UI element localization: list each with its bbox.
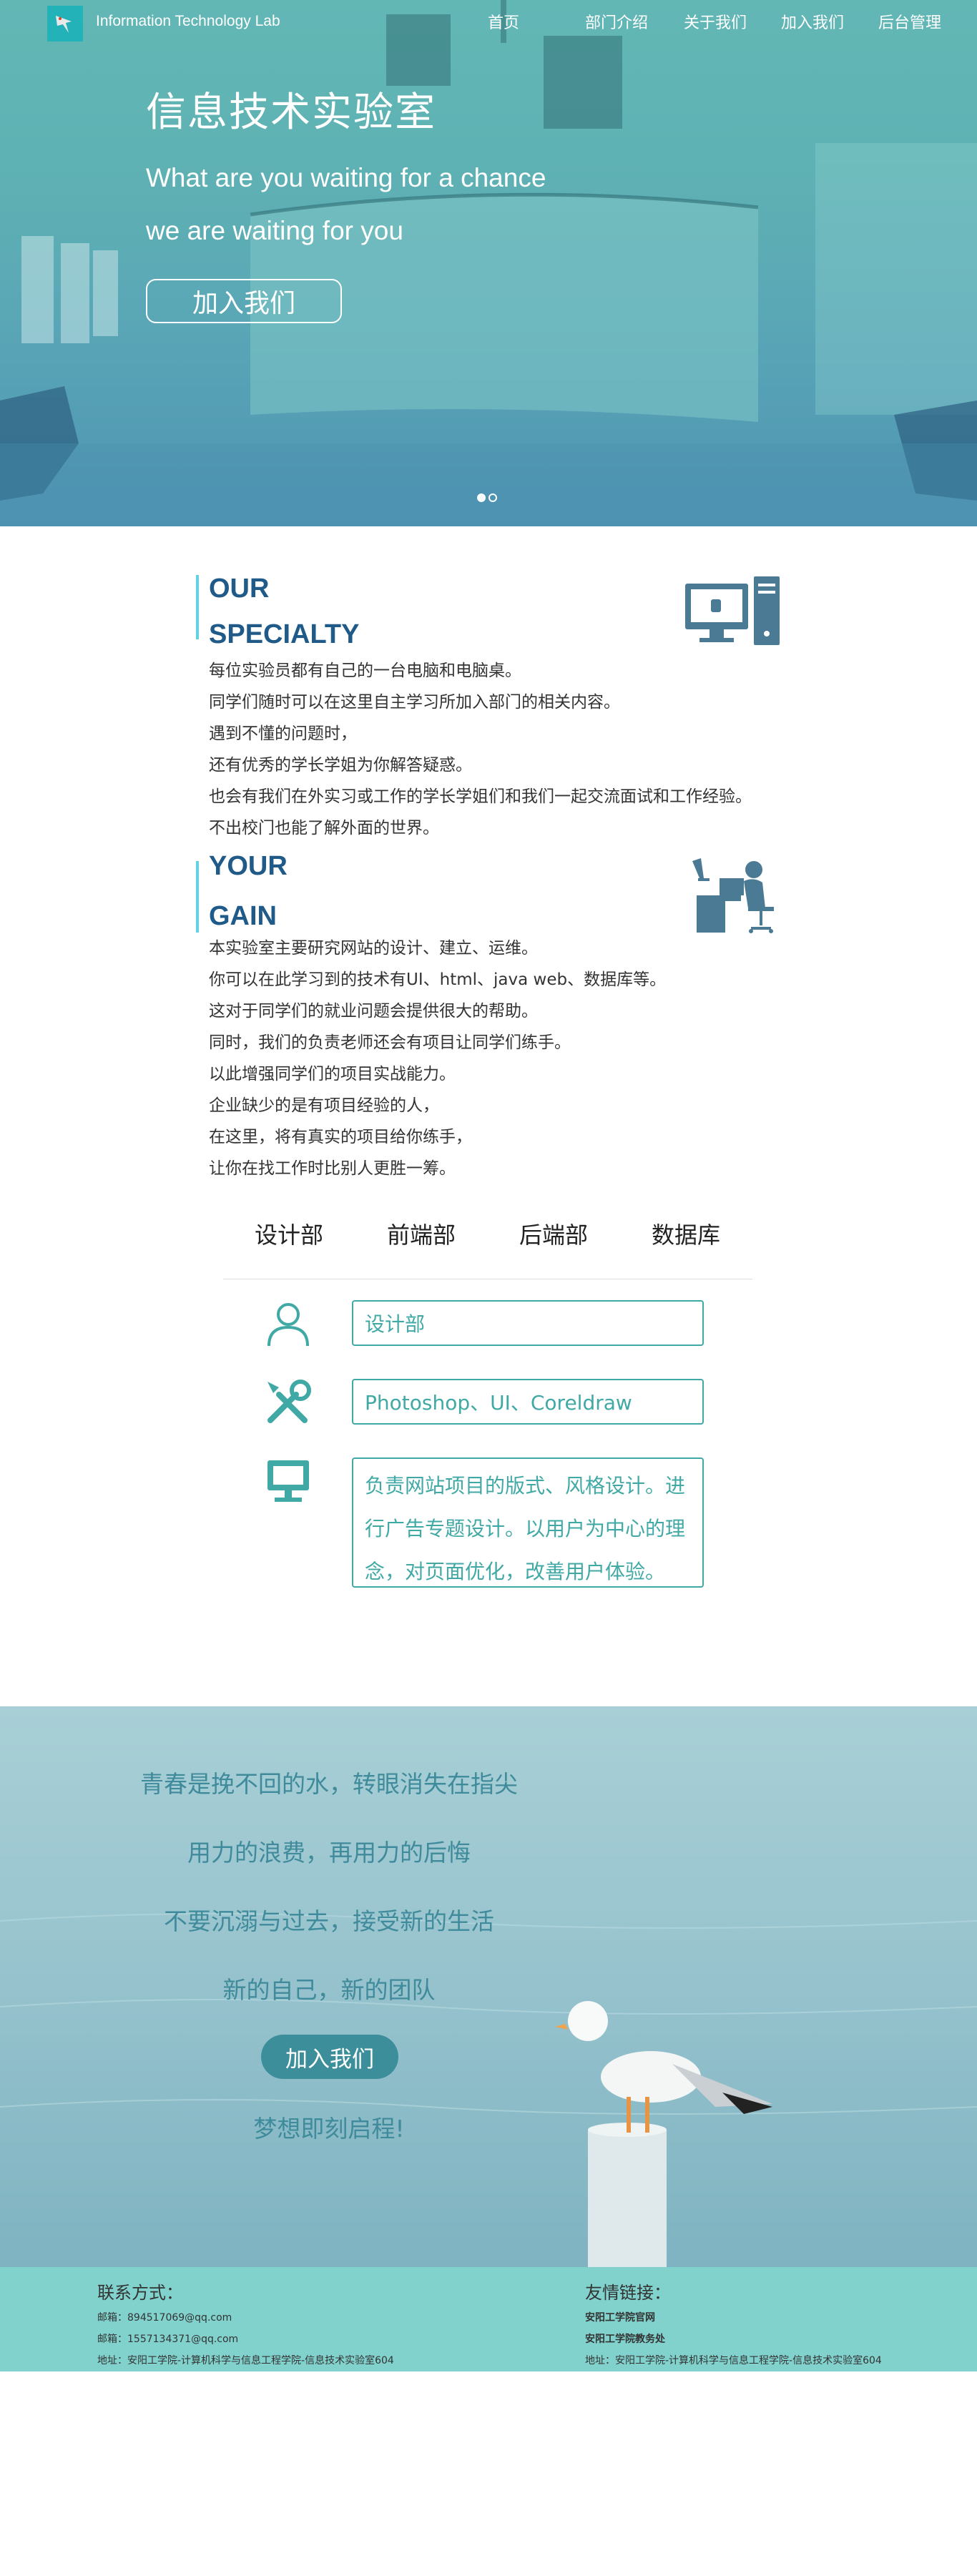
specialty-line: 也会有我们在外实习或工作的学长学姐们和我们一起交流面试和工作经验。 bbox=[209, 787, 752, 806]
footer-contact-address: 地址：安阳工学院-计算机科学与信息工程学院-信息技术实验室604 bbox=[97, 2355, 394, 2366]
computer-illustration-icon bbox=[685, 576, 780, 645]
working-person-illustration-icon bbox=[692, 858, 774, 933]
specialty-line: 同学们随时可以在这里自主学习所加入部门的相关内容。 bbox=[209, 693, 620, 712]
specialty-line: 每位实验员都有自己的一台电脑和电脑桌。 bbox=[209, 662, 521, 680]
hero-title: 信息技术实验室 bbox=[146, 89, 436, 136]
tab-backend[interactable]: 后端部 bbox=[519, 1217, 588, 1250]
gain-line: 在这里，将有真实的项目给你练手， bbox=[209, 1128, 472, 1146]
hero-subtitle-1: What are you waiting for a chance bbox=[146, 163, 546, 192]
tab-design[interactable]: 设计部 bbox=[255, 1217, 323, 1250]
specialty-text: 每位实验员都有自己的一台电脑和电脑桌。 同学们随时可以在这里自主学习所加入部门的… bbox=[209, 655, 752, 844]
tools-icon bbox=[267, 1380, 311, 1423]
footer-link-school[interactable]: 安阳工学院官网 bbox=[585, 2310, 655, 2324]
nav-admin[interactable]: 后台管理 bbox=[878, 10, 941, 33]
footer-contact-title: 联系方式： bbox=[97, 2283, 183, 2303]
monitor-icon bbox=[267, 1460, 309, 1502]
gain-heading-line2: GAIN bbox=[209, 901, 277, 931]
tab-database[interactable]: 数据库 bbox=[652, 1217, 720, 1250]
carousel-dots bbox=[477, 493, 497, 502]
specialty-line: 遇到不懂的问题时， bbox=[209, 724, 357, 743]
description-line: 负责网站项目的版式、风格设计。进 bbox=[365, 1474, 686, 1498]
slogan-line-1: 青春是挽不回的水，转眼消失在指尖 bbox=[140, 1770, 518, 1798]
slogan-line-3: 不要沉溺与过去，接受新的生活 bbox=[164, 1907, 494, 1935]
gain-line: 以此增强同学们的项目实战能力。 bbox=[209, 1065, 456, 1083]
carousel-dot-2[interactable] bbox=[488, 493, 497, 502]
specialty-line: 还有优秀的学长学姐为你解答疑惑。 bbox=[209, 756, 472, 775]
tab-frontend[interactable]: 前端部 bbox=[387, 1217, 456, 1250]
nav-menu: 首页 部门介绍 关于我们 加入我们 后台管理 bbox=[0, 10, 977, 33]
footer-contact-email-2: 邮箱：1557134371@qq.com bbox=[97, 2334, 239, 2345]
footer-contact-email-1: 邮箱：894517069@qq.com bbox=[97, 2312, 232, 2324]
specialty-accent-bar bbox=[196, 575, 199, 639]
hero-banner: Information Technology Lab 首页 部门介绍 关于我们 … bbox=[0, 0, 977, 526]
department-tabs: 设计部 前端部 后端部 数据库 bbox=[0, 1200, 977, 1264]
top-navbar: Information Technology Lab 首页 部门介绍 关于我们 … bbox=[0, 0, 977, 43]
nav-home[interactable]: 首页 bbox=[488, 10, 519, 33]
hero-join-button[interactable]: 加入我们 bbox=[146, 279, 342, 323]
slogan-section: 青春是挽不回的水，转眼消失在指尖 用力的浪费，再用力的后悔 不要沉溺与过去，接受… bbox=[0, 1706, 977, 2267]
gain-line: 你可以在此学习到的技术有UI、html、java web、数据库等。 bbox=[209, 970, 667, 989]
specialty-heading-line1: OUR bbox=[209, 574, 270, 604]
hero-subtitle-2: we are waiting for you bbox=[146, 216, 403, 245]
gain-line: 本实验室主要研究网站的设计、建立、运维。 bbox=[209, 939, 538, 958]
hero-background-image bbox=[0, 0, 977, 526]
description-line: 行广告专题设计。以用户为中心的理 bbox=[365, 1517, 686, 1540]
department-description-field: 负责网站项目的版式、风格设计。进 行广告专题设计。以用户为中心的理 念，对页面优… bbox=[352, 1457, 704, 1588]
description-line: 念，对页面优化，改善用户体验。 bbox=[365, 1560, 666, 1583]
footer: 联系方式： 邮箱：894517069@qq.com 邮箱：1557134371@… bbox=[0, 2267, 977, 2371]
specialty-section: OUR SPECIALTY 每位实验员都有自己的一台电脑和电脑桌。 同学们随时可… bbox=[0, 526, 977, 850]
gain-section: YOUR GAIN 本实验室主要研究网站的设计、建立、运维。 你可以在此学习到的… bbox=[0, 850, 977, 1200]
gain-line: 这对于同学们的就业问题会提供很大的帮助。 bbox=[209, 1002, 538, 1021]
carousel-dot-1[interactable] bbox=[477, 493, 486, 502]
gain-line: 同时，我们的负责老师还会有项目让同学们练手。 bbox=[209, 1033, 571, 1052]
specialty-heading-line2: SPECIALTY bbox=[209, 619, 360, 649]
footer-link-academic-office[interactable]: 安阳工学院教务处 bbox=[585, 2331, 665, 2346]
slogan-line-4: 新的自己，新的团队 bbox=[222, 1976, 436, 2004]
gain-accent-bar bbox=[196, 861, 199, 933]
gain-text: 本实验室主要研究网站的设计、建立、运维。 你可以在此学习到的技术有UI、html… bbox=[209, 933, 666, 1184]
footer-links-address: 地址：安阳工学院-计算机科学与信息工程学院-信息技术实验室604 bbox=[585, 2355, 882, 2366]
nav-about[interactable]: 关于我们 bbox=[684, 10, 747, 33]
departments-section: 设计部 前端部 后端部 数据库 设计部 Photoshop、UI、Coreldr… bbox=[0, 1200, 977, 1706]
nav-join[interactable]: 加入我们 bbox=[781, 10, 844, 33]
nav-departments[interactable]: 部门介绍 bbox=[585, 10, 648, 33]
slogan-closing: 梦想即刻启程! bbox=[253, 2115, 405, 2143]
gain-line: 企业缺少的是有项目经验的人， bbox=[209, 1096, 439, 1115]
gain-heading-line1: YOUR bbox=[209, 851, 288, 881]
slogan-join-button[interactable]: 加入我们 bbox=[261, 2035, 398, 2079]
specialty-line: 不出校门也能了解外面的世界。 bbox=[209, 819, 439, 837]
department-skills-field: Photoshop、UI、Coreldraw bbox=[352, 1379, 704, 1425]
department-name-field: 设计部 bbox=[352, 1300, 704, 1346]
slogan-line-2: 用力的浪费，再用力的后悔 bbox=[187, 1839, 471, 1867]
user-icon bbox=[267, 1303, 309, 1347]
footer-links-title: 友情链接： bbox=[585, 2283, 671, 2303]
gain-line: 让你在找工作时比别人更胜一筹。 bbox=[209, 1159, 456, 1178]
